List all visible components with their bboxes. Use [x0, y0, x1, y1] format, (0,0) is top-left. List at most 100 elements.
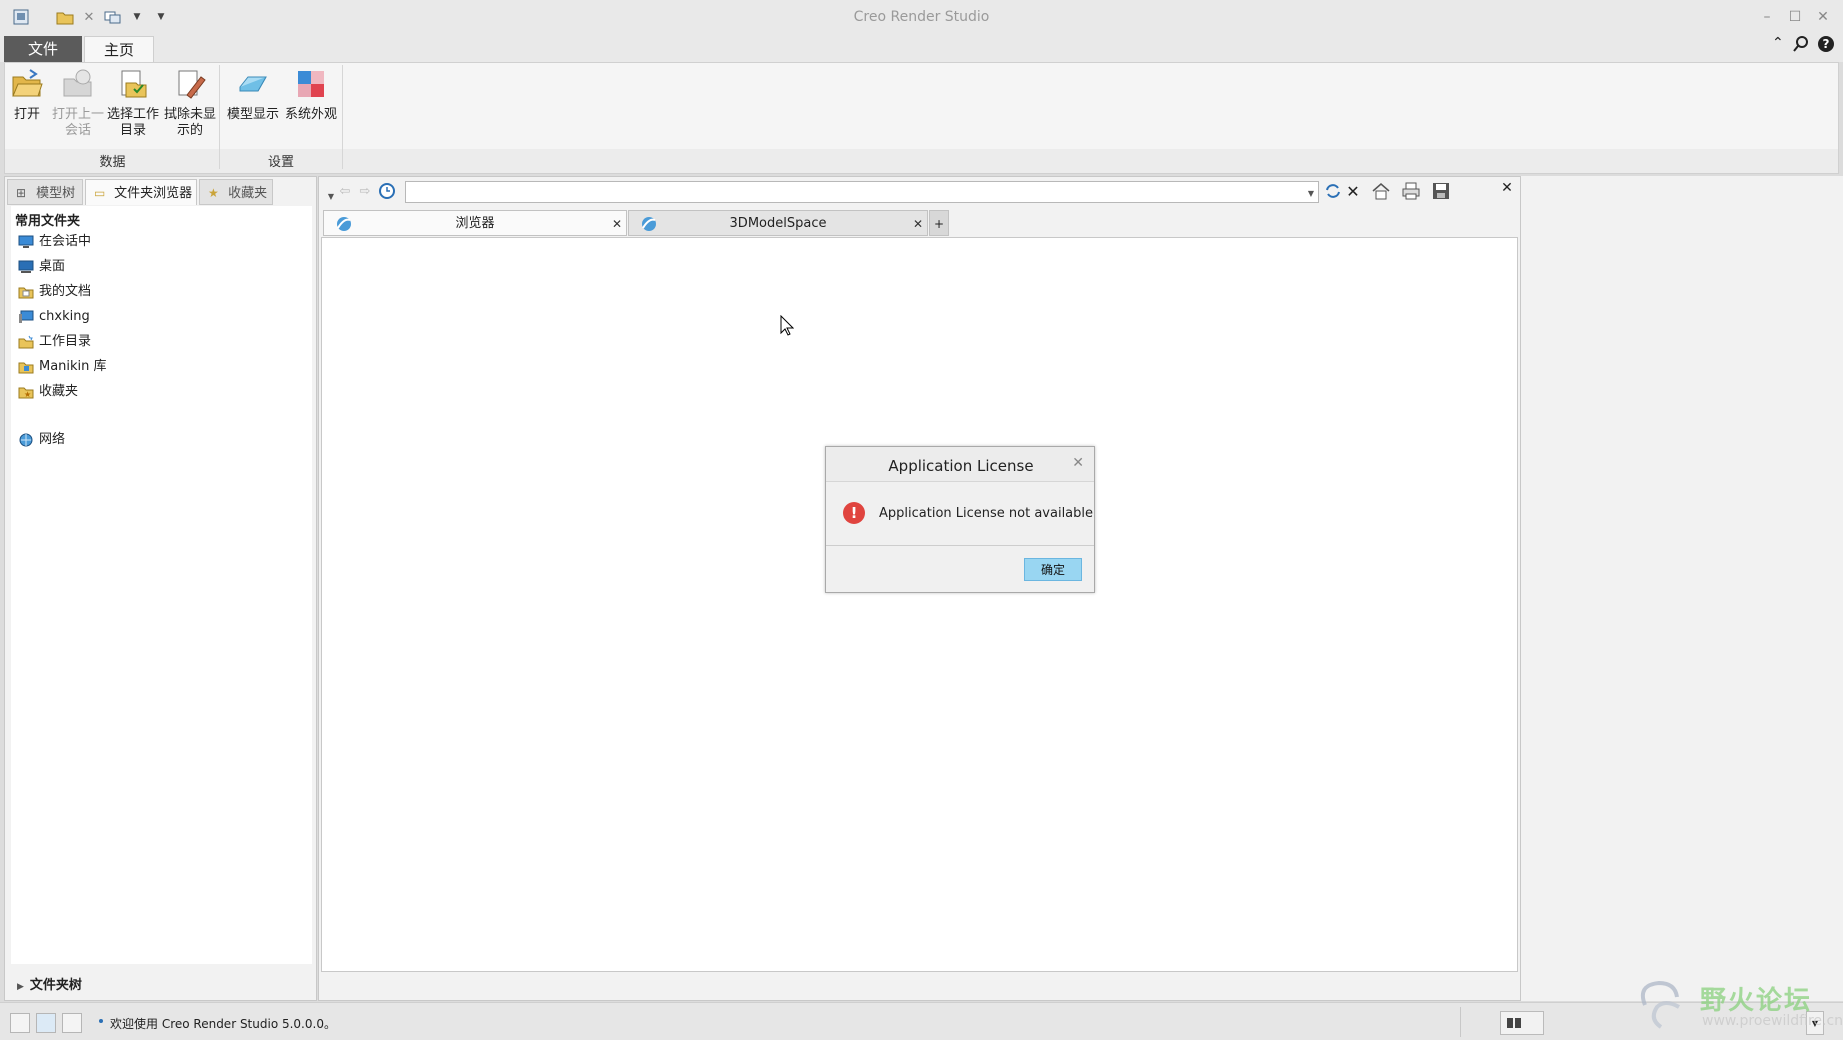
tab-model-tree-label: 模型树 — [36, 186, 76, 201]
back-icon[interactable]: ⇦ — [335, 182, 355, 202]
favorites-icon: ★ — [17, 384, 35, 400]
ribbon-tab-bar: 文件 主页 — [0, 35, 1843, 62]
svg-text:★: ★ — [24, 390, 31, 399]
open-last-session-button[interactable]: 打开上一 会话 — [49, 67, 107, 139]
close-tab-icon[interactable]: ✕ — [913, 211, 923, 237]
folder-tree-toggle[interactable]: ▶ 文件夹树 — [17, 974, 82, 993]
dialog-separator — [826, 545, 1094, 546]
folder-item-favorites[interactable]: ★ 收藏夹 — [17, 381, 78, 403]
select-working-dir-label-1: 选择工作 — [106, 107, 159, 122]
error-icon: ! — [843, 502, 865, 524]
model-tree-toggle-icon[interactable] — [10, 1013, 30, 1033]
folder-item-network[interactable]: 网络 — [17, 429, 65, 451]
ribbon: 打开 打开上一 会话 选择工作 目录 拭除未显 示的 数据 模型显示 系统外观 — [4, 62, 1839, 174]
refresh-icon[interactable] — [1323, 182, 1343, 202]
folder-item-label: 收藏夹 — [39, 384, 79, 399]
working-dir-icon — [17, 334, 35, 350]
model-display-button[interactable]: 模型显示 — [225, 67, 281, 123]
save-icon[interactable] — [1431, 182, 1451, 202]
fullscreen-toggle-icon[interactable] — [62, 1013, 82, 1033]
tab-model-tree[interactable]: ⊞ 模型树 — [7, 179, 83, 205]
address-dropdown-icon[interactable]: ▼ — [1301, 184, 1321, 204]
collapse-ribbon-icon[interactable]: ⌃ — [1772, 35, 1784, 51]
navigator-panel: ⊞ 模型树 ▭ 文件夹浏览器 ★ 收藏夹 常用文件夹 在会话中 桌面 我的文档 … — [4, 176, 317, 1001]
erase-not-displayed-button[interactable]: 拭除未显 示的 — [163, 67, 217, 139]
folder-item-chxking[interactable]: chxking — [17, 306, 90, 328]
desktop-icon — [17, 259, 35, 275]
browser-toggle-icon[interactable] — [36, 1013, 56, 1033]
common-folders-header: 常用文件夹 — [15, 214, 81, 229]
erase-not-displayed-label-1: 拭除未显 — [163, 107, 216, 122]
status-bullet-icon — [99, 1019, 103, 1023]
open-last-session-label-2: 会话 — [64, 123, 91, 138]
folder-item-label: 网络 — [39, 432, 66, 447]
dialog-close-icon[interactable]: ✕ — [1072, 455, 1084, 471]
mouse-cursor-icon — [780, 314, 795, 340]
search-icon[interactable] — [1793, 36, 1809, 55]
tab-file[interactable]: 文件 — [4, 36, 82, 62]
help-icon[interactable]: ? — [1818, 36, 1834, 52]
ok-button[interactable]: 确定 — [1024, 558, 1082, 581]
empty-area — [1521, 176, 1843, 1001]
system-appearance-button[interactable]: 系统外观 — [283, 67, 339, 123]
home-icon[interactable] — [1371, 182, 1391, 202]
computer-icon — [17, 309, 35, 325]
close-icon[interactable]: ✕ — [1812, 7, 1834, 27]
close-browser-icon[interactable]: ✕ — [1497, 178, 1517, 198]
license-dialog: Application License ✕ ! Application Lice… — [825, 446, 1095, 593]
system-appearance-label: 系统外观 — [284, 107, 337, 122]
folder-tree-label: 文件夹树 — [29, 978, 82, 993]
close-tab-icon[interactable]: ✕ — [612, 211, 622, 237]
tab-3dmodelspace[interactable]: 3DModelSpace ✕ — [628, 210, 928, 236]
stop-icon[interactable]: ✕ — [1343, 182, 1363, 202]
new-tab-button[interactable]: + — [929, 210, 949, 236]
status-message: 欢迎使用 Creo Render Studio 5.0.0.0。 — [110, 1017, 336, 1031]
tab-3dmodelspace-label: 3DModelSpace — [729, 216, 827, 231]
open-session-icon — [61, 67, 95, 101]
system-appearance-icon — [294, 67, 328, 101]
minimize-icon[interactable]: – — [1756, 7, 1778, 27]
folder-item-working-directory[interactable]: 工作目录 — [17, 331, 91, 353]
model-display-label: 模型显示 — [226, 107, 279, 122]
open-folder-icon — [10, 67, 44, 101]
monitor-icon — [17, 234, 35, 250]
watermark-text: 野火论坛 — [1700, 986, 1813, 1016]
folder-item-my-documents[interactable]: 我的文档 — [17, 281, 91, 303]
open-button[interactable]: 打开 — [9, 67, 45, 123]
title-bar: ✕ ▼ ▼ Creo Render Studio – ☐ ✕ — [0, 0, 1843, 35]
forum-watermark: 野火论坛 www.proewildfire.cn — [1635, 975, 1843, 1035]
documents-icon — [17, 284, 35, 300]
browser-icon — [336, 216, 352, 232]
maximize-icon[interactable]: ☐ — [1784, 7, 1806, 27]
window-title: Creo Render Studio — [853, 9, 990, 25]
group-separator — [342, 65, 343, 169]
forward-icon[interactable]: ⇨ — [355, 182, 375, 202]
tab-favorites[interactable]: ★ 收藏夹 — [199, 179, 273, 205]
open-last-session-label-1: 打开上一 — [51, 107, 104, 122]
folder-item-desktop[interactable]: 桌面 — [17, 256, 65, 278]
manikin-library-icon — [17, 359, 35, 375]
folder-item-label: 桌面 — [39, 259, 66, 274]
favorites-tab-icon: ★ — [208, 186, 219, 200]
find-button[interactable] — [1500, 1011, 1544, 1035]
folder-item-label: 我的文档 — [39, 284, 92, 299]
tab-folder-browser[interactable]: ▭ 文件夹浏览器 — [85, 179, 197, 205]
watermark-url: www.proewildfire.cn — [1702, 1013, 1843, 1029]
history-icon[interactable] — [377, 182, 397, 202]
group-label-data: 数据 — [99, 155, 126, 170]
print-icon[interactable] — [1401, 182, 1421, 202]
open-label: 打开 — [13, 107, 40, 122]
tab-home[interactable]: 主页 — [84, 36, 154, 62]
erase-not-displayed-label-2: 示的 — [176, 123, 203, 138]
folder-item-in-session[interactable]: 在会话中 — [17, 231, 91, 253]
model-display-icon — [236, 67, 270, 101]
watermark-logo-icon — [1640, 980, 1680, 1029]
network-icon — [17, 432, 35, 448]
address-input[interactable] — [405, 181, 1319, 203]
browser-view[interactable] — [321, 237, 1518, 972]
folder-item-manikin-library[interactable]: Manikin 库 — [17, 356, 107, 378]
tab-browser[interactable]: 浏览器 ✕ — [323, 210, 627, 236]
select-working-directory-button[interactable]: 选择工作 目录 — [105, 67, 161, 139]
folder-item-label: Manikin 库 — [39, 359, 107, 374]
folder-item-label: chxking — [39, 309, 90, 324]
